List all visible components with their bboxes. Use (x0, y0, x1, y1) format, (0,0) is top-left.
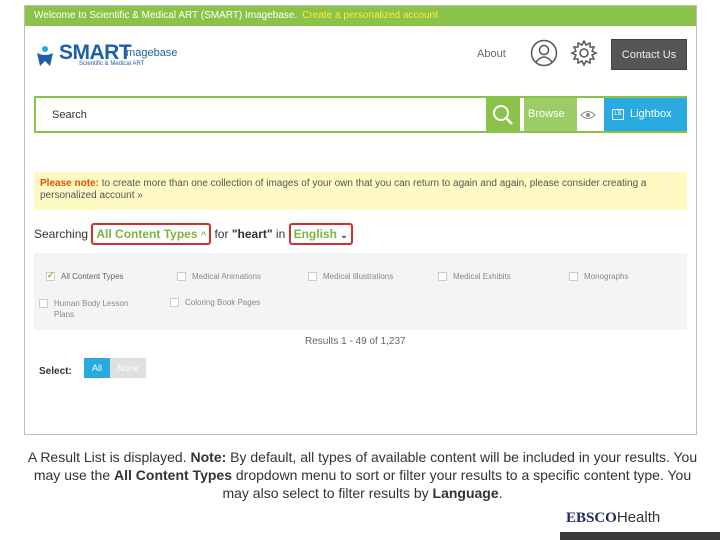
caption-text: A Result List is displayed. Note: By def… (20, 448, 705, 502)
in-text: in (275, 227, 286, 241)
filter-human-body-lesson-plans[interactable]: Human Body Lesson Plans (39, 298, 154, 320)
search-bar: Browse LB Lightbox (34, 96, 687, 133)
about-link[interactable]: About (477, 48, 506, 60)
content-type-dropdown[interactable]: All Content Types ^ (91, 223, 212, 245)
content-type-filters: All Content Types Medical Animations Med… (34, 253, 687, 330)
welcome-bar: Welcome to Scientific & Medical ART (SMA… (25, 6, 696, 26)
searching-prefix: Searching (34, 227, 89, 241)
checkbox[interactable] (438, 272, 447, 281)
results-count: Results 1 - 49 of 1,237 (305, 336, 406, 347)
caption-bold: Language (432, 485, 499, 501)
filter-medical-exhibits[interactable]: Medical Exhibits (438, 272, 511, 281)
caption-part: A Result List is displayed. (27, 449, 191, 465)
ebsco-health-logo: EBSCOHealth (566, 509, 660, 527)
logo-subtitle: Scientific & Medical ART (79, 61, 145, 67)
checkbox[interactable] (177, 272, 186, 281)
checkbox[interactable] (569, 272, 578, 281)
filter-label: Medical Exhibits (453, 272, 511, 281)
checkbox[interactable] (308, 272, 317, 281)
filter-label: Medical Animations (192, 272, 261, 281)
chevron-up-icon: ^ (200, 230, 207, 240)
lightbox-icon: LB (612, 109, 624, 120)
filter-label: Monographs (584, 272, 629, 281)
footer-bar (0, 532, 720, 540)
filter-medical-animations[interactable]: Medical Animations (177, 272, 261, 281)
select-label: Select: (39, 366, 72, 377)
filter-all-content-types[interactable]: All Content Types (46, 270, 124, 281)
browser-frame: Welcome to Scientific & Medical ART (SMA… (24, 5, 697, 435)
filter-medical-illustrations[interactable]: Medical Illustrations (308, 272, 393, 281)
lightbox-button[interactable]: LB Lightbox (604, 98, 687, 131)
language-value: English (293, 227, 337, 241)
filter-label: Medical Illustrations (323, 272, 394, 281)
chevron-down-icon: ⌄ (340, 230, 348, 240)
lightbox-label: Lightbox (630, 108, 672, 120)
filter-monographs[interactable]: Monographs (569, 272, 628, 281)
logo[interactable]: SMART Imagebase Scientific & Medical ART (33, 41, 193, 71)
select-all-button[interactable]: All (84, 358, 110, 378)
notice-bold: Please note: (40, 178, 99, 189)
language-dropdown[interactable]: English ⌄ (288, 223, 353, 245)
create-account-link[interactable]: Create a personalized account (302, 10, 438, 21)
gear-icon[interactable] (570, 39, 598, 67)
ebsco-health: Health (616, 509, 661, 526)
searching-line: Searching All Content Types ^ for "heart… (34, 223, 353, 245)
search-icon (493, 105, 513, 125)
search-term: "heart" (231, 227, 273, 241)
notice-banner: Please note: to create more than one col… (34, 172, 687, 210)
select-none-button[interactable]: None (110, 358, 146, 378)
for-text: for (214, 227, 229, 241)
filter-label: Coloring Book Pages (185, 298, 261, 307)
contact-us-button[interactable]: Contact Us (611, 39, 687, 70)
caption-bold: Note: (190, 449, 227, 465)
content-type-value: All Content Types (96, 227, 198, 241)
checkbox[interactable] (170, 298, 179, 307)
caption-part: . (498, 485, 503, 501)
search-input[interactable] (36, 98, 485, 131)
checkbox[interactable] (39, 299, 48, 308)
notice-text[interactable]: to create more than one collection of im… (40, 178, 646, 201)
checkbox-checked[interactable] (46, 270, 55, 281)
filter-label: Human Body Lesson Plans (54, 299, 129, 319)
filter-coloring-book-pages[interactable]: Coloring Book Pages (170, 298, 260, 307)
search-button[interactable] (486, 98, 520, 131)
filter-label: All Content Types (61, 272, 124, 281)
welcome-text: Welcome to Scientific & Medical ART (SMA… (34, 10, 298, 21)
eye-icon[interactable] (580, 109, 596, 121)
user-icon[interactable] (530, 39, 558, 67)
browse-button[interactable]: Browse (524, 98, 577, 131)
logo-imagebase: Imagebase (123, 47, 178, 59)
caption-bold: All Content Types (114, 467, 232, 483)
ebsco-brand: EBSCO (566, 510, 617, 526)
logo-figure-icon (37, 46, 53, 66)
footer-bar-light (0, 532, 560, 540)
